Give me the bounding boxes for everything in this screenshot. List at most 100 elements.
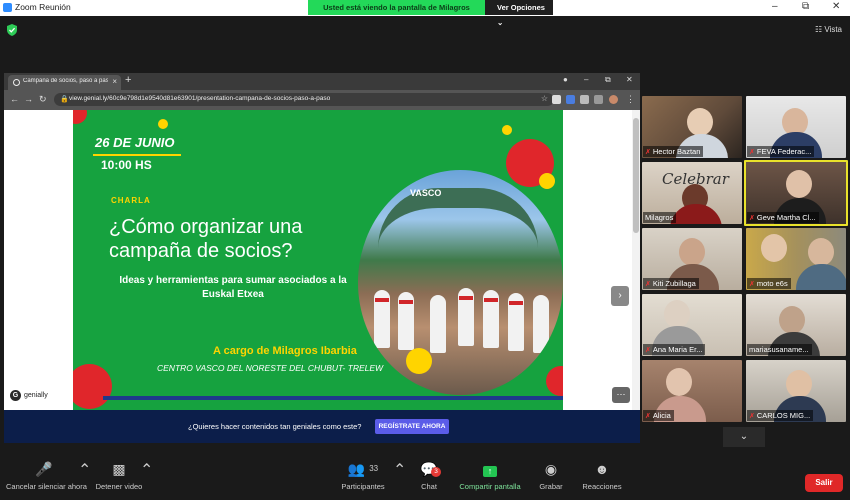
participant-name: Hector Baztan: [652, 147, 701, 156]
view-label: Vista: [824, 25, 842, 34]
participant-tile[interactable]: ✗ Hector Baztan: [642, 96, 742, 158]
photo-scarf: [375, 298, 389, 302]
puzzle-extensions-icon[interactable]: [594, 95, 603, 104]
lock-icon: 🔒: [60, 96, 69, 103]
unmute-button[interactable]: 🎤 Cancelar silenciar ahora: [6, 460, 87, 491]
photo-scarf: [484, 298, 498, 302]
zoom-camera-icon: [3, 3, 12, 12]
photo-scarf: [509, 301, 523, 305]
participant-face: [779, 306, 805, 334]
extension-icon[interactable]: [580, 95, 589, 104]
photo-person: [533, 295, 549, 353]
genially-cta-bar: ¿Quieres hacer contenidos tan geniales c…: [4, 410, 640, 443]
muted-mic-icon: ✗: [749, 413, 755, 420]
muted-mic-icon: ✗: [749, 281, 755, 288]
decor-circle: [73, 364, 112, 409]
participant-face: [786, 170, 812, 198]
event-time: 10:00 HS: [101, 158, 152, 172]
browser-menu-icon[interactable]: ⋮: [626, 94, 635, 105]
participants-button[interactable]: 👥 33 Participantes: [336, 460, 390, 491]
participant-name: mariasusaname...: [749, 345, 809, 354]
view-switch-button[interactable]: ☷ Vista: [815, 25, 842, 34]
browser-minimize-icon[interactable]: –: [584, 75, 588, 84]
participant-tile[interactable]: ✗ CARLOS MIG...: [746, 360, 846, 422]
video-camera-icon: ▩: [112, 461, 126, 477]
participant-name-label: ✗ Ana Maria Er...: [643, 344, 706, 355]
browser-restore-icon[interactable]: ⧉: [605, 75, 611, 85]
participant-tile[interactable]: ✗ Alicia: [642, 360, 742, 422]
leave-button[interactable]: Salir: [805, 474, 843, 492]
more-options-button[interactable]: ⋯: [612, 387, 630, 403]
participant-tile[interactable]: ✗ Ana Maria Er...: [642, 294, 742, 356]
participant-face: [664, 300, 690, 328]
url-field[interactable]: 🔒 view.genial.ly/60c9e798d1e9540d81e6390…: [54, 93, 554, 106]
register-now-button[interactable]: REGÍSTRATE AHORA: [375, 419, 449, 434]
speaker-name: A cargo de Milagros Ibarbia: [213, 345, 357, 357]
genially-logo[interactable]: G genially: [10, 390, 48, 401]
stop-video-label: Detener video: [95, 482, 143, 491]
share-screen-button[interactable]: ↑ Compartir pantalla: [456, 460, 524, 491]
stop-video-button[interactable]: ▩ Detener video: [94, 460, 144, 491]
share-banner: Usted está viendo la pantalla de Milagro…: [308, 0, 553, 27]
page-scrollbar[interactable]: [632, 110, 640, 410]
extension-icon[interactable]: [552, 95, 561, 104]
genially-favicon-icon: [13, 79, 20, 86]
window-titlebar: Zoom Reunión Usted está viendo la pantal…: [0, 0, 850, 27]
muted-mic-icon: 🎤: [35, 461, 53, 477]
shared-browser-window: Campaña de socios, paso a paso × + ● – ⧉…: [4, 73, 640, 443]
browser-tab[interactable]: Campaña de socios, paso a paso ×: [8, 75, 121, 90]
presentation-slide: 26 DE JUNIO 10:00 HS CHARLA ¿Cómo organi…: [73, 110, 563, 410]
participant-name-label: ✗ Alicia: [643, 410, 674, 421]
participant-tile[interactable]: mariasusaname...: [746, 294, 846, 356]
decor-circle: [502, 125, 512, 135]
gallery-next-page-button[interactable]: ⌄: [723, 427, 765, 447]
participant-name: Geve Martha Cl...: [756, 213, 816, 222]
scrollbar-thumb[interactable]: [633, 118, 639, 233]
shield-icon[interactable]: [7, 24, 17, 36]
tab-close-icon[interactable]: ×: [112, 77, 117, 86]
muted-mic-icon: ✗: [749, 215, 755, 222]
record-button[interactable]: ◉ Grabar: [538, 460, 564, 491]
genially-brand-text: genially: [24, 392, 48, 399]
minimize-icon[interactable]: –: [772, 2, 778, 12]
smiley-plus-icon: ☻: [594, 461, 610, 477]
close-icon[interactable]: ✕: [832, 2, 840, 12]
audio-options-chevron-icon[interactable]: ⌃: [78, 460, 91, 480]
browser-account-icon[interactable]: ●: [563, 75, 568, 84]
reload-icon[interactable]: ↻: [39, 94, 47, 105]
share-screen-icon: ↑: [456, 460, 524, 482]
extension-icon[interactable]: [566, 95, 575, 104]
participant-tile[interactable]: ✗ Kiti Zubillaga: [642, 228, 742, 290]
participant-face: [687, 108, 713, 136]
profile-avatar-icon[interactable]: [609, 95, 618, 104]
bookmark-star-icon[interactable]: ☆: [541, 94, 548, 103]
browser-addressbar: ← → ↻ 🔒 view.genial.ly/60c9e798d1e9540d8…: [4, 90, 640, 110]
chevron-right-icon: ›: [618, 290, 622, 301]
meeting-toolbar: 🎤 Cancelar silenciar ahora ⌃ ▩ Detener v…: [0, 460, 850, 500]
new-tab-icon[interactable]: +: [125, 74, 131, 86]
back-arrow-icon[interactable]: ←: [10, 94, 19, 104]
unmute-label: Cancelar silenciar ahora: [6, 482, 87, 491]
video-options-chevron-icon[interactable]: ⌃: [140, 460, 153, 480]
participant-tile[interactable]: Celebrar Milagros: [642, 162, 742, 224]
participant-tile-active-speaker[interactable]: ✗ Geve Martha Cl...: [744, 160, 848, 226]
chevron-down-icon: ⌄: [739, 431, 749, 442]
participant-name: Kiti Zubillaga: [652, 279, 696, 288]
date-underline: [93, 154, 181, 156]
muted-mic-icon: ✗: [645, 347, 651, 354]
participant-face: [666, 368, 692, 396]
reactions-button[interactable]: ☻ Reacciones: [582, 460, 622, 491]
participant-tile[interactable]: ✗ FEVA Federac...: [746, 96, 846, 158]
browser-close-icon[interactable]: ✕: [626, 75, 633, 84]
record-icon: ◉: [544, 461, 558, 477]
participant-name: Milagros: [645, 213, 674, 222]
forward-arrow-icon[interactable]: →: [24, 94, 33, 104]
restore-icon[interactable]: ⧉: [802, 2, 809, 12]
participant-tile[interactable]: ✗ moto e6s: [746, 228, 846, 290]
decor-circle: [406, 348, 432, 374]
slide-headline: ¿Cómo organizar una campaña de socios?: [109, 216, 303, 262]
view-options-button[interactable]: Ver Opciones ⌄: [485, 0, 553, 27]
participants-options-chevron-icon[interactable]: ⌃: [393, 460, 406, 480]
next-slide-button[interactable]: ›: [611, 286, 629, 306]
photo-sign-text: VASCO: [410, 188, 442, 198]
